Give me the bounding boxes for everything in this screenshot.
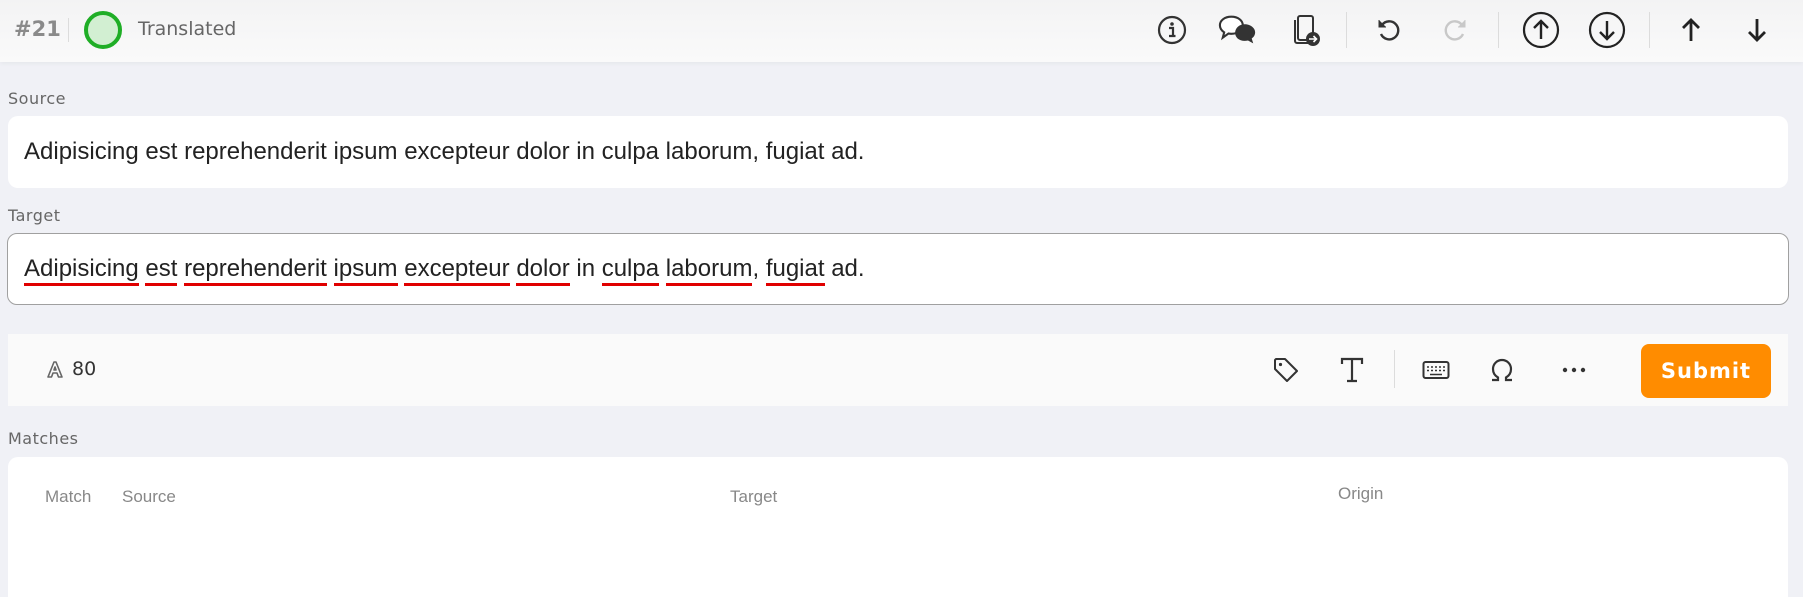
column-header-source: Source (122, 487, 176, 506)
redo-icon (1435, 10, 1475, 50)
copy-source-icon[interactable] (1286, 10, 1326, 50)
status-label: Translated (138, 18, 237, 40)
target-input[interactable]: Adipisicing est reprehenderit ipsum exce… (7, 233, 1789, 305)
target-text-fragment (659, 255, 666, 282)
character-count-icon (47, 361, 63, 378)
source-text-content: Adipisicing est reprehenderit ipsum exce… (24, 138, 865, 165)
divider (1394, 350, 1395, 388)
spellcheck-word: reprehenderit (184, 255, 327, 286)
segment-header: #21 Translated (0, 0, 1803, 62)
special-characters-icon[interactable] (1482, 350, 1522, 390)
divider (1346, 12, 1347, 48)
divider (1498, 12, 1499, 48)
target-text-fragment: in (569, 255, 602, 282)
arrow-up-icon[interactable] (1671, 10, 1711, 50)
comments-icon[interactable] (1218, 10, 1258, 50)
editor-toolbar: 80 Submit (8, 334, 1788, 406)
previous-segment-icon[interactable] (1521, 10, 1561, 50)
character-count-value: 80 (72, 358, 97, 380)
target-text-fragment (327, 255, 334, 282)
more-options-icon[interactable] (1554, 350, 1594, 390)
source-text: Adipisicing est reprehenderit ipsum exce… (8, 116, 1788, 188)
undo-icon[interactable] (1369, 10, 1409, 50)
spellcheck-word: Adipisicing (24, 255, 139, 286)
next-segment-icon[interactable] (1587, 10, 1627, 50)
spellcheck-word: culpa (601, 255, 660, 286)
spellcheck-word: laborum (665, 255, 753, 286)
target-label: Target (8, 206, 61, 225)
spellcheck-word: ipsum (333, 255, 398, 286)
column-header-match: Match (45, 487, 92, 506)
keyboard-icon[interactable] (1416, 350, 1456, 390)
character-count: 80 (46, 358, 96, 380)
tag-icon[interactable] (1266, 350, 1306, 390)
text-format-icon[interactable] (1332, 350, 1372, 390)
column-header-origin: Origin (1338, 484, 1384, 503)
spellcheck-word: dolor (516, 255, 570, 286)
spellcheck-word: excepteur (404, 255, 510, 286)
arrow-down-icon[interactable] (1737, 10, 1777, 50)
divider (68, 18, 69, 42)
target-text-content[interactable]: Adipisicing est reprehenderit ipsum exce… (24, 255, 865, 286)
column-header-target: Target (730, 487, 778, 506)
target-text-fragment: , (752, 255, 766, 282)
target-text-fragment: ad. (824, 255, 865, 282)
source-label: Source (8, 89, 66, 108)
spellcheck-word: fugiat (765, 255, 825, 286)
matches-table: Match Source Target Origin (8, 457, 1788, 597)
divider (1649, 12, 1650, 48)
matches-label: Matches (8, 429, 79, 448)
segment-number: #21 (14, 17, 61, 41)
info-icon[interactable] (1152, 10, 1192, 50)
submit-button[interactable]: Submit (1641, 344, 1771, 398)
spellcheck-word: est (145, 255, 178, 286)
status-indicator-icon (84, 11, 122, 49)
